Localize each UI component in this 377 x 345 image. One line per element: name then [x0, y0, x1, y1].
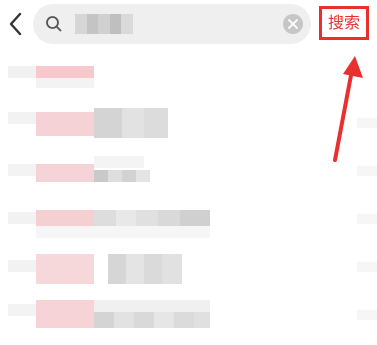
suggestion-text-redacted: [136, 210, 158, 226]
row-edge-fragment: [357, 166, 377, 176]
suggestion-text-redacted: [158, 210, 180, 226]
suggestion-text-redacted: [8, 212, 36, 224]
suggestion-text-redacted: [8, 112, 36, 124]
suggestion-text-redacted: [94, 170, 108, 182]
search-icon: [46, 16, 62, 32]
row-edge-fragment: [357, 310, 377, 320]
search-input[interactable]: [33, 4, 311, 44]
suggestion-text-redacted: [122, 170, 136, 182]
suggestion-text-redacted: [36, 164, 94, 182]
suggestion-text-redacted: [144, 254, 162, 284]
suggestion-text-redacted: [180, 210, 210, 226]
clear-search-button[interactable]: [283, 14, 303, 34]
suggestion-text-redacted: [134, 312, 154, 328]
suggestion-text-redacted: [94, 312, 114, 328]
suggestion-text-redacted: [116, 210, 136, 226]
row-edge-fragment: [357, 118, 377, 128]
suggestion-item[interactable]: [0, 204, 377, 248]
suggestion-text-redacted: [94, 108, 122, 138]
suggestion-text-redacted: [36, 254, 94, 284]
suggestion-text-redacted: [174, 312, 194, 328]
suggestion-text-redacted: [144, 108, 168, 138]
suggestion-text-redacted: [162, 254, 182, 284]
suggestion-text-redacted: [126, 254, 144, 284]
suggestion-text-redacted: [8, 164, 36, 176]
suggestion-text-redacted: [108, 170, 122, 182]
search-query-redacted: [75, 14, 133, 34]
close-icon: [288, 19, 298, 29]
suggestion-text-redacted: [8, 260, 36, 272]
search-button[interactable]: 搜索: [319, 6, 369, 40]
suggestion-text-redacted: [94, 156, 144, 168]
suggestion-text-redacted: [36, 112, 94, 136]
suggestion-text-redacted: [94, 300, 210, 312]
suggestion-text-redacted: [8, 304, 36, 316]
suggestion-text-redacted: [36, 66, 94, 78]
row-edge-fragment: [357, 262, 377, 272]
suggestion-item[interactable]: [0, 152, 377, 196]
suggestion-text-redacted: [36, 210, 94, 226]
suggestion-text-redacted: [8, 66, 36, 78]
suggestion-text-redacted: [108, 254, 126, 284]
suggestion-item[interactable]: [0, 250, 377, 294]
suggestion-text-redacted: [94, 210, 116, 226]
suggestion-text-redacted: [136, 170, 150, 182]
suggestion-text-redacted: [114, 312, 134, 328]
suggestion-text-redacted: [194, 312, 210, 328]
suggestion-item[interactable]: [0, 58, 377, 102]
suggestion-text-redacted: [154, 312, 174, 328]
suggestion-text-redacted: [122, 108, 144, 138]
suggestion-item[interactable]: [0, 296, 377, 340]
suggestion-text-redacted: [36, 78, 94, 88]
suggestion-text-redacted: [36, 300, 94, 328]
row-edge-fragment: [357, 214, 377, 224]
chevron-left-icon: [9, 12, 22, 36]
suggestion-text-redacted: [36, 226, 210, 238]
suggestion-item[interactable]: [0, 104, 377, 148]
back-button[interactable]: [4, 10, 28, 38]
